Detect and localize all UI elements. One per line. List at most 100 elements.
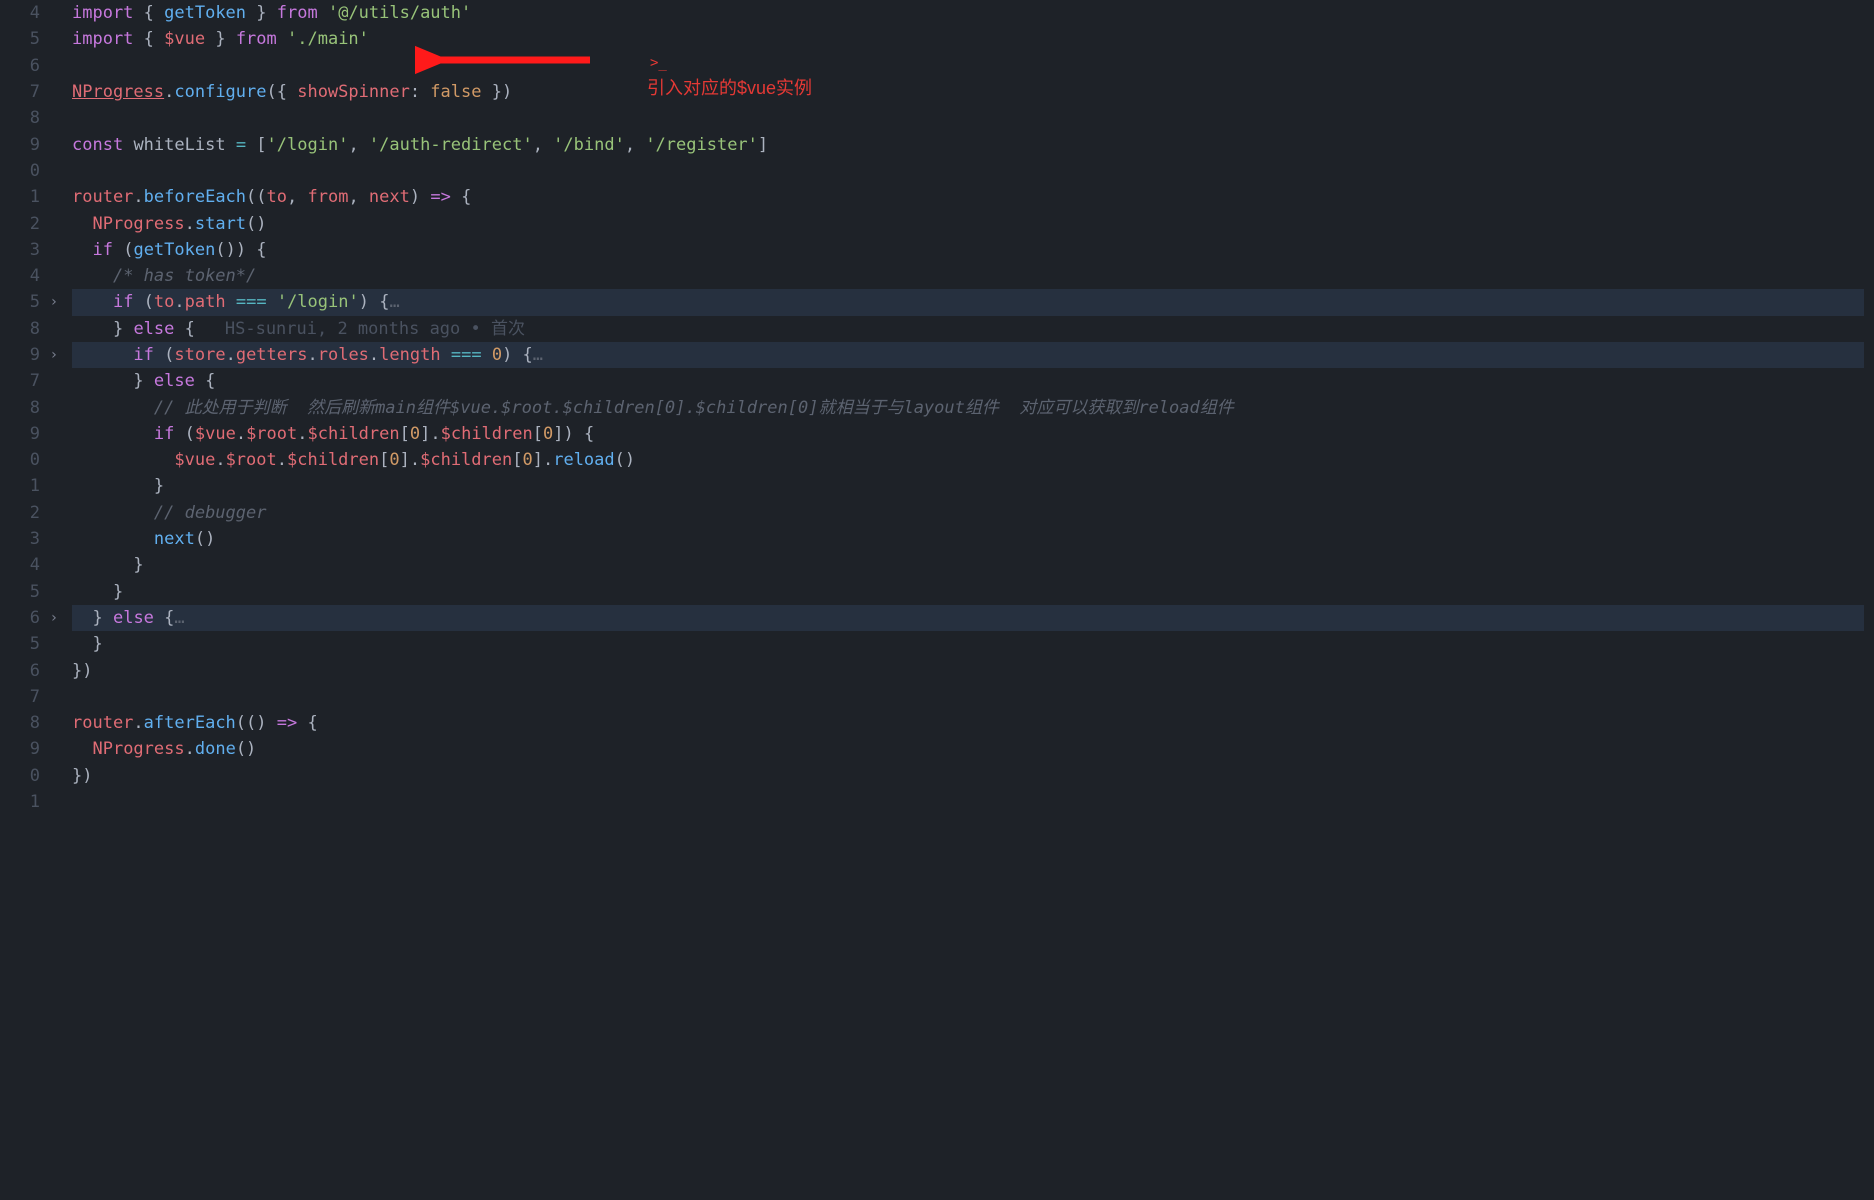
code-token: . bbox=[277, 450, 287, 470]
code-token: } bbox=[133, 555, 143, 575]
code-token: ) bbox=[410, 187, 430, 207]
code-token: , bbox=[287, 187, 307, 207]
code-line[interactable]: if (getToken()) { bbox=[72, 237, 1874, 263]
code-line[interactable]: } bbox=[72, 579, 1874, 605]
line-number: 5 bbox=[0, 26, 40, 52]
code-line[interactable]: // 此处用于判断 然后刷新main组件$vue.$root.$children… bbox=[72, 394, 1874, 420]
code-token: ()) { bbox=[215, 240, 266, 260]
code-token: { bbox=[451, 187, 471, 207]
line-number: 1 bbox=[0, 789, 40, 815]
code-token: . bbox=[133, 187, 143, 207]
code-token: . bbox=[307, 345, 317, 365]
code-line[interactable]: const whiteList = ['/login', '/auth-redi… bbox=[72, 131, 1874, 157]
code-line[interactable]: router.afterEach(() => { bbox=[72, 710, 1874, 736]
code-token: } bbox=[205, 29, 236, 49]
code-token: … bbox=[389, 292, 399, 312]
code-line[interactable]: // debugger bbox=[72, 500, 1874, 526]
code-line[interactable]: import { getToken } from '@/utils/auth' bbox=[72, 0, 1874, 26]
code-area[interactable]: import { getToken } from '@/utils/auth'i… bbox=[48, 0, 1874, 1200]
code-token: . bbox=[236, 424, 246, 444]
code-token: './main' bbox=[287, 29, 369, 49]
code-token: . bbox=[226, 345, 236, 365]
code-token: ) { bbox=[502, 345, 533, 365]
code-token: router bbox=[72, 713, 133, 733]
code-line[interactable]: if ($vue.$root.$children[0].$children[0]… bbox=[72, 421, 1874, 447]
code-line[interactable]: router.beforeEach((to, from, next) => { bbox=[72, 184, 1874, 210]
code-line[interactable]: import { $vue } from './main' bbox=[72, 26, 1874, 52]
code-line[interactable]: NProgress.done() bbox=[72, 736, 1874, 762]
code-line[interactable]: next() bbox=[72, 526, 1874, 552]
code-token: { bbox=[133, 3, 164, 23]
line-number: 5 bbox=[0, 579, 40, 605]
code-line[interactable]: } bbox=[72, 631, 1874, 657]
code-line[interactable]: } bbox=[72, 473, 1874, 499]
code-token: getToken bbox=[133, 240, 215, 260]
code-token bbox=[318, 3, 328, 23]
code-token: to bbox=[154, 292, 174, 312]
code-token: . bbox=[174, 292, 184, 312]
code-token: NProgress bbox=[92, 739, 184, 759]
code-token: start bbox=[195, 214, 246, 234]
code-line[interactable]: } else { bbox=[72, 368, 1874, 394]
annotation-arrow-icon bbox=[415, 35, 595, 93]
code-line[interactable]: if (to.path === '/login') {… bbox=[72, 289, 1874, 315]
code-token: } bbox=[113, 582, 123, 602]
code-token: from bbox=[277, 3, 318, 23]
code-token: , bbox=[348, 187, 368, 207]
code-token: } bbox=[92, 608, 112, 628]
code-line[interactable] bbox=[72, 158, 1874, 184]
code-line[interactable]: } bbox=[72, 552, 1874, 578]
code-token: configure bbox=[174, 82, 266, 102]
code-line[interactable] bbox=[72, 789, 1874, 815]
code-token: NProgress bbox=[72, 82, 164, 102]
code-token: }) bbox=[72, 661, 92, 681]
line-gutter: 456789012345›89›7890123456›5678901 bbox=[0, 0, 48, 1200]
line-number: 6 bbox=[0, 53, 40, 79]
code-token: . bbox=[369, 345, 379, 365]
code-token: ) { bbox=[359, 292, 390, 312]
line-number: 7 bbox=[0, 684, 40, 710]
code-line[interactable] bbox=[72, 684, 1874, 710]
code-token: { bbox=[174, 319, 194, 339]
code-line[interactable] bbox=[72, 53, 1874, 79]
code-token: () bbox=[236, 739, 256, 759]
code-token: path bbox=[185, 292, 226, 312]
line-number: 9 bbox=[0, 131, 40, 157]
code-line[interactable]: if (store.getters.roles.length === 0) {… bbox=[72, 342, 1874, 368]
code-token: , bbox=[533, 135, 553, 155]
line-number: 9 bbox=[0, 421, 40, 447]
code-line[interactable]: } else {HS-sunrui, 2 months ago • 首次 bbox=[72, 316, 1874, 342]
annotation-text: 引入对应的$vue实例 bbox=[647, 75, 812, 101]
code-token: to bbox=[267, 187, 287, 207]
code-token bbox=[226, 135, 236, 155]
code-editor[interactable]: 456789012345›89›7890123456›5678901 impor… bbox=[0, 0, 1874, 1200]
line-number: 8 bbox=[0, 105, 40, 131]
code-token: ({ bbox=[267, 82, 298, 102]
line-number: 4 bbox=[0, 263, 40, 289]
code-line[interactable] bbox=[72, 105, 1874, 131]
line-number: 1 bbox=[0, 473, 40, 499]
code-line[interactable]: } else {… bbox=[72, 605, 1874, 631]
code-token: ( bbox=[174, 424, 194, 444]
code-token: from bbox=[307, 187, 348, 207]
code-line[interactable]: NProgress.configure({ showSpinner: false… bbox=[72, 79, 1874, 105]
code-token bbox=[226, 292, 236, 312]
code-token: { bbox=[297, 713, 317, 733]
code-token: '/auth-redirect' bbox=[369, 135, 533, 155]
code-token: } bbox=[133, 371, 153, 391]
code-token: // 此处用于判断 然后刷新main组件$vue.$root.$children… bbox=[154, 398, 1234, 418]
code-line[interactable]: /* has token*/ bbox=[72, 263, 1874, 289]
code-token: NProgress bbox=[92, 214, 184, 234]
code-token: reload bbox=[553, 450, 614, 470]
code-line[interactable]: }) bbox=[72, 763, 1874, 789]
code-token: '/login' bbox=[267, 135, 349, 155]
code-line[interactable]: }) bbox=[72, 657, 1874, 683]
code-token: (() bbox=[236, 713, 277, 733]
code-line[interactable]: NProgress.start() bbox=[72, 210, 1874, 236]
code-line[interactable]: $vue.$root.$children[0].$children[0].rel… bbox=[72, 447, 1874, 473]
code-token: 0 bbox=[410, 424, 420, 444]
code-token: [ bbox=[533, 424, 543, 444]
code-token: else bbox=[113, 608, 154, 628]
code-token: } bbox=[246, 3, 277, 23]
line-number: 3 bbox=[0, 526, 40, 552]
